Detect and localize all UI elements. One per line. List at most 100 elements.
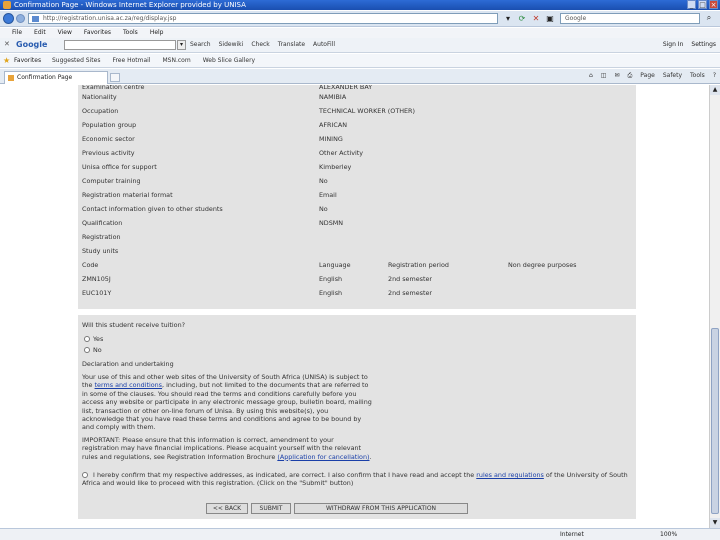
address-bar[interactable]: http://registration.unisa.ac.za/reg/disp… <box>28 13 498 24</box>
tab-label: Confirmation Page <box>17 74 73 81</box>
help-icon[interactable]: ? <box>713 72 716 80</box>
print-icon[interactable]: ⎙ <box>627 72 632 80</box>
check-button[interactable]: Check <box>251 41 269 48</box>
fav-free-hotmail[interactable]: Free Hotmail <box>112 57 150 64</box>
star-icon[interactable]: ★ <box>3 56 10 65</box>
detail-row: Unisa office for support Kimberley <box>82 163 352 171</box>
forward-nav-button[interactable] <box>16 14 25 23</box>
page-viewport: Examination centre ALEXANDER BAY National… <box>0 85 709 528</box>
settings-button[interactable]: Settings <box>691 41 716 48</box>
declaration-panel: Will this student receive tuition? Yes N… <box>78 315 636 519</box>
status-bar: Internet 100% <box>0 528 720 540</box>
dropdown-icon[interactable]: ▾ <box>503 13 513 24</box>
menu-view[interactable]: View <box>58 28 72 38</box>
google-search-button[interactable]: Search <box>190 41 211 48</box>
detail-row: Occupation TECHNICAL WORKER (OTHER) <box>82 107 415 115</box>
command-bar: ⌂ ◫ ✉ ⎙ Page Safety Tools ? <box>589 72 716 80</box>
detail-row: Registration material format Email <box>82 191 337 199</box>
window-title: Confirmation Page - Windows Internet Exp… <box>14 1 246 9</box>
google-logo: Google <box>16 40 48 49</box>
menu-tools[interactable]: Tools <box>123 28 138 38</box>
ie-icon <box>3 1 11 9</box>
address-row: http://registration.unisa.ac.za/reg/disp… <box>0 11 720 27</box>
confirm-statement: I hereby confirm that my respective addr… <box>82 471 628 488</box>
table-row: ZMN105J English 2nd semester <box>82 275 433 283</box>
translate-button[interactable]: Translate <box>278 41 305 48</box>
terms-paragraph: Your use of this and other web sites of … <box>82 373 372 432</box>
search-icon[interactable]: ⌕ <box>703 13 715 24</box>
new-tab-button[interactable] <box>110 73 120 82</box>
search-input[interactable]: Google <box>560 13 700 24</box>
detail-row: Computer training No <box>82 177 328 185</box>
google-toolbar-items: Search Sidewiki Check Translate AutoFill <box>190 41 335 48</box>
detail-row: Nationality NAMIBIA <box>82 93 347 101</box>
google-toolbar-right: Sign In Settings <box>663 41 716 48</box>
fav-msn[interactable]: MSN.com <box>162 57 190 64</box>
minimize-button[interactable]: _ <box>687 0 696 9</box>
home-icon[interactable]: ⌂ <box>589 72 593 80</box>
declaration-heading: Declaration and undertaking <box>82 360 174 368</box>
sign-in-button[interactable]: Sign In <box>663 41 684 48</box>
chevron-down-icon[interactable]: ▾ <box>177 40 186 50</box>
back-nav-button[interactable] <box>3 13 14 24</box>
scroll-thumb[interactable] <box>711 328 719 514</box>
address-url: http://registration.unisa.ac.za/reg/disp… <box>43 15 177 22</box>
tab-row: Confirmation Page ⌂ ◫ ✉ ⎙ Page Safety To… <box>0 69 720 84</box>
window-titlebar: Confirmation Page - Windows Internet Exp… <box>0 0 720 10</box>
maximize-button[interactable]: □ <box>698 0 707 9</box>
detail-row: Economic sector MINING <box>82 135 343 143</box>
units-header-row: Code Language Registration period Non de… <box>82 261 577 269</box>
scroll-up-icon[interactable]: ▲ <box>710 85 720 95</box>
cancellation-link[interactable]: (Application for cancellation) <box>277 453 369 461</box>
submit-button[interactable]: SUBMIT <box>251 503 291 514</box>
fav-web-slice-gallery[interactable]: Web Slice Gallery <box>203 57 255 64</box>
tab-confirmation-page[interactable]: Confirmation Page <box>4 71 108 84</box>
close-toolbar-icon[interactable]: ✕ <box>4 40 10 48</box>
zone-indicator: Internet <box>560 531 584 538</box>
safety-menu[interactable]: Safety <box>663 72 682 80</box>
table-row: EUC101Y English 2nd semester <box>82 289 433 297</box>
detail-row: Contact information given to other stude… <box>82 205 328 213</box>
confirm-radio[interactable] <box>82 472 88 478</box>
mail-icon[interactable]: ✉ <box>614 72 619 80</box>
tools-menu[interactable]: Tools <box>690 72 705 80</box>
yes-radio[interactable] <box>84 336 90 342</box>
nav-icons: ▾ ⟳ ✕ ▣ <box>503 13 555 24</box>
tuition-yes-option[interactable]: Yes <box>84 335 103 343</box>
action-buttons: << BACK SUBMIT WITHDRAW FROM THIS APPLIC… <box>206 503 468 514</box>
detail-row: Population group AFRICAN <box>82 121 347 129</box>
detail-row: Qualification NDSMN <box>82 219 344 227</box>
zoom-level[interactable]: 100% <box>660 529 677 540</box>
favorites-list: Suggested Sites Free Hotmail MSN.com Web… <box>52 57 255 64</box>
detail-row: Study units <box>82 247 119 255</box>
back-button[interactable]: << BACK <box>206 503 248 514</box>
favorites-button[interactable]: Favorites <box>14 57 41 64</box>
menu-edit[interactable]: Edit <box>34 28 46 38</box>
google-search-input[interactable] <box>64 40 176 50</box>
registration-details-panel: Examination centre ALEXANDER BAY National… <box>78 85 636 309</box>
stop-icon[interactable]: ✕ <box>531 13 541 24</box>
menu-help[interactable]: Help <box>150 28 164 38</box>
live-search-icon[interactable]: ▣ <box>545 13 555 24</box>
sidewiki-button[interactable]: Sidewiki <box>219 41 244 48</box>
autofill-button[interactable]: AutoFill <box>313 41 335 48</box>
fav-suggested-sites[interactable]: Suggested Sites <box>52 57 100 64</box>
window-controls: _ □ × <box>687 0 718 9</box>
page-menu[interactable]: Page <box>640 72 655 80</box>
refresh-icon[interactable]: ⟳ <box>517 13 527 24</box>
terms-link[interactable]: terms and conditions <box>95 381 162 389</box>
important-paragraph: IMPORTANT: Please ensure that this infor… <box>82 436 372 461</box>
tuition-no-option[interactable]: No <box>84 346 102 354</box>
page-icon <box>32 16 39 22</box>
menu-file[interactable]: File <box>12 28 22 38</box>
vertical-scrollbar[interactable]: ▲ ▼ <box>709 85 720 528</box>
close-window-button[interactable]: × <box>709 0 718 9</box>
menu-bar: File Edit View Favorites Tools Help <box>0 28 720 38</box>
no-radio[interactable] <box>84 347 90 353</box>
scroll-down-icon[interactable]: ▼ <box>710 518 720 528</box>
withdraw-button[interactable]: WITHDRAW FROM THIS APPLICATION <box>294 503 468 514</box>
rules-link[interactable]: rules and regulations <box>476 471 544 479</box>
page-icon <box>8 75 14 81</box>
menu-favorites[interactable]: Favorites <box>84 28 111 38</box>
feeds-icon[interactable]: ◫ <box>601 72 607 80</box>
